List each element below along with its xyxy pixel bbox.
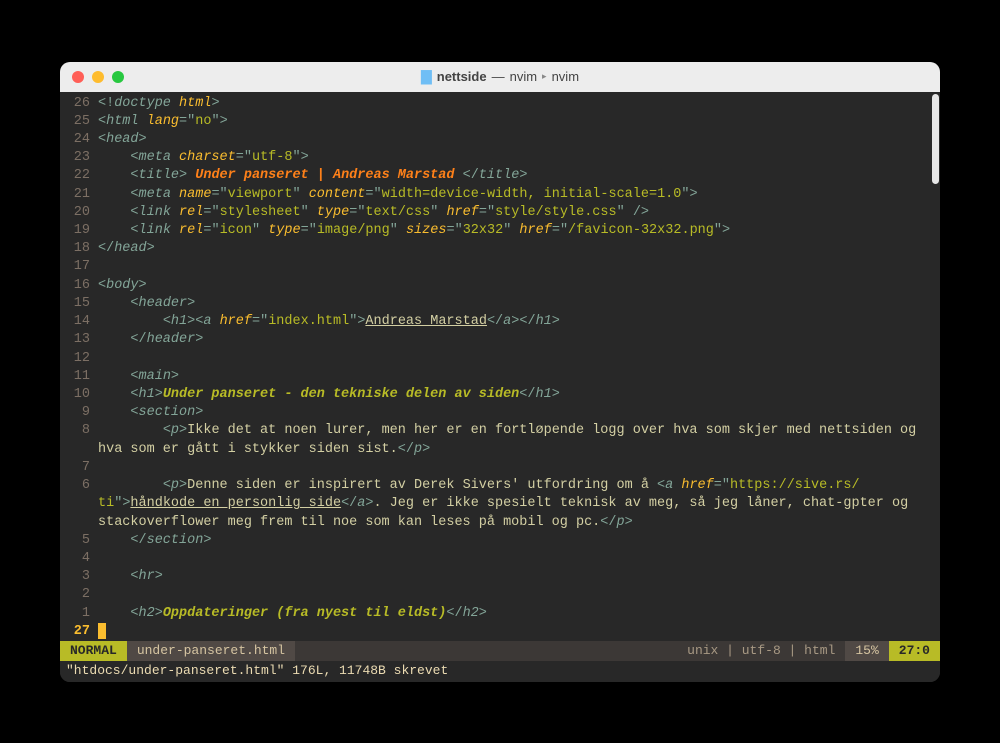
code-line[interactable]: <h1>Under panseret - den tekniske delen … bbox=[98, 386, 938, 404]
code-line[interactable]: <link rel="stylesheet" type="text/css" h… bbox=[98, 204, 938, 222]
titlebar[interactable]: ▇ nettside — nvim ▸ nvim bbox=[60, 62, 940, 92]
code-line[interactable]: <link rel="icon" type="image/png" sizes=… bbox=[98, 222, 938, 240]
gutter: 19 bbox=[60, 222, 98, 240]
code-line[interactable]: <main> bbox=[98, 368, 938, 386]
zoom-icon[interactable] bbox=[112, 71, 124, 83]
code-line[interactable]: </head> bbox=[98, 240, 938, 258]
title-sub: nvim bbox=[552, 69, 579, 84]
gutter: 3 bbox=[60, 568, 98, 586]
terminal-window: ▇ nettside — nvim ▸ nvim 26<!doctype htm… bbox=[60, 62, 940, 682]
gutter: 4 bbox=[60, 550, 98, 568]
close-icon[interactable] bbox=[72, 71, 84, 83]
code-line[interactable] bbox=[98, 258, 938, 276]
cursor bbox=[98, 623, 106, 639]
code-line[interactable]: <header> bbox=[98, 295, 938, 313]
code-line[interactable] bbox=[98, 550, 938, 568]
code-line[interactable]: </section> bbox=[98, 532, 938, 550]
cursor-line[interactable] bbox=[98, 623, 938, 641]
chevron-right-icon: ▸ bbox=[542, 71, 547, 82]
editor-area[interactable]: 26<!doctype html> 25<html lang="no"> 24<… bbox=[60, 92, 940, 641]
gutter: 20 bbox=[60, 204, 98, 222]
gutter: 12 bbox=[60, 350, 98, 368]
gutter: 13 bbox=[60, 331, 98, 349]
mode-indicator: NORMAL bbox=[60, 641, 127, 661]
code-line[interactable]: <p>Denne siden er inspirert av Derek Siv… bbox=[98, 477, 938, 495]
gutter: 15 bbox=[60, 295, 98, 313]
gutter: 26 bbox=[60, 95, 98, 113]
minimize-icon[interactable] bbox=[92, 71, 104, 83]
message-line: "htdocs/under-panseret.html" 176L, 11748… bbox=[60, 661, 940, 682]
gutter: 17 bbox=[60, 258, 98, 276]
gutter: 14 bbox=[60, 313, 98, 331]
status-filetype: unix | utf-8 | html bbox=[677, 641, 845, 661]
gutter: 16 bbox=[60, 277, 98, 295]
code-line[interactable]: <h1><a href="index.html">Andreas Marstad… bbox=[98, 313, 938, 331]
status-filename: under-panseret.html bbox=[127, 641, 295, 661]
gutter: 21 bbox=[60, 186, 98, 204]
code-line[interactable]: <p>Ikke det at noen lurer, men her er en… bbox=[98, 422, 938, 440]
code-line[interactable]: <meta name="viewport" content="width=dev… bbox=[98, 186, 938, 204]
code-line[interactable]: <html lang="no"> bbox=[98, 113, 938, 131]
code-line[interactable] bbox=[98, 350, 938, 368]
code-line[interactable]: ti">håndkode en personlig side</a>. Jeg … bbox=[98, 495, 938, 513]
window-title: ▇ nettside — nvim ▸ nvim bbox=[60, 68, 940, 85]
code-line[interactable]: <body> bbox=[98, 277, 938, 295]
gutter: 9 bbox=[60, 404, 98, 422]
gutter: 2 bbox=[60, 586, 98, 604]
code-line[interactable]: stackoverflower meg frem til noe som kan… bbox=[98, 514, 938, 532]
code-line[interactable]: </header> bbox=[98, 331, 938, 349]
code-line[interactable]: <h2>Oppdateringer (fra nyest til eldst)<… bbox=[98, 605, 938, 623]
gutter: 18 bbox=[60, 240, 98, 258]
gutter: 10 bbox=[60, 386, 98, 404]
gutter: 7 bbox=[60, 459, 98, 477]
gutter: 11 bbox=[60, 368, 98, 386]
code-line[interactable]: hva som er gått i stykker siden sist.</p… bbox=[98, 441, 938, 459]
scrollbar[interactable] bbox=[932, 94, 939, 184]
code-line[interactable] bbox=[98, 586, 938, 604]
code-line[interactable]: <title> Under panseret | Andreas Marstad… bbox=[98, 167, 938, 185]
gutter: 1 bbox=[60, 605, 98, 623]
status-position: 27:0 bbox=[889, 641, 940, 661]
code-line[interactable]: <!doctype html> bbox=[98, 95, 938, 113]
terminal-content[interactable]: 26<!doctype html> 25<html lang="no"> 24<… bbox=[60, 92, 940, 682]
gutter: 25 bbox=[60, 113, 98, 131]
title-folder: nettside bbox=[437, 69, 487, 84]
gutter: 23 bbox=[60, 149, 98, 167]
gutter: 6 bbox=[60, 477, 98, 495]
code-line[interactable]: <meta charset="utf-8"> bbox=[98, 149, 938, 167]
code-line[interactable]: <hr> bbox=[98, 568, 938, 586]
status-percent: 15% bbox=[845, 641, 888, 661]
code-line[interactable]: <head> bbox=[98, 131, 938, 149]
statusline: NORMAL under-panseret.html unix | utf-8 … bbox=[60, 641, 940, 661]
title-process: nvim bbox=[510, 69, 537, 84]
gutter: 8 bbox=[60, 422, 98, 440]
gutter: 24 bbox=[60, 131, 98, 149]
gutter-current: 27 bbox=[60, 623, 98, 641]
folder-icon: ▇ bbox=[421, 68, 432, 85]
code-line[interactable]: <section> bbox=[98, 404, 938, 422]
gutter: 5 bbox=[60, 532, 98, 550]
gutter: 22 bbox=[60, 167, 98, 185]
code-line[interactable] bbox=[98, 459, 938, 477]
